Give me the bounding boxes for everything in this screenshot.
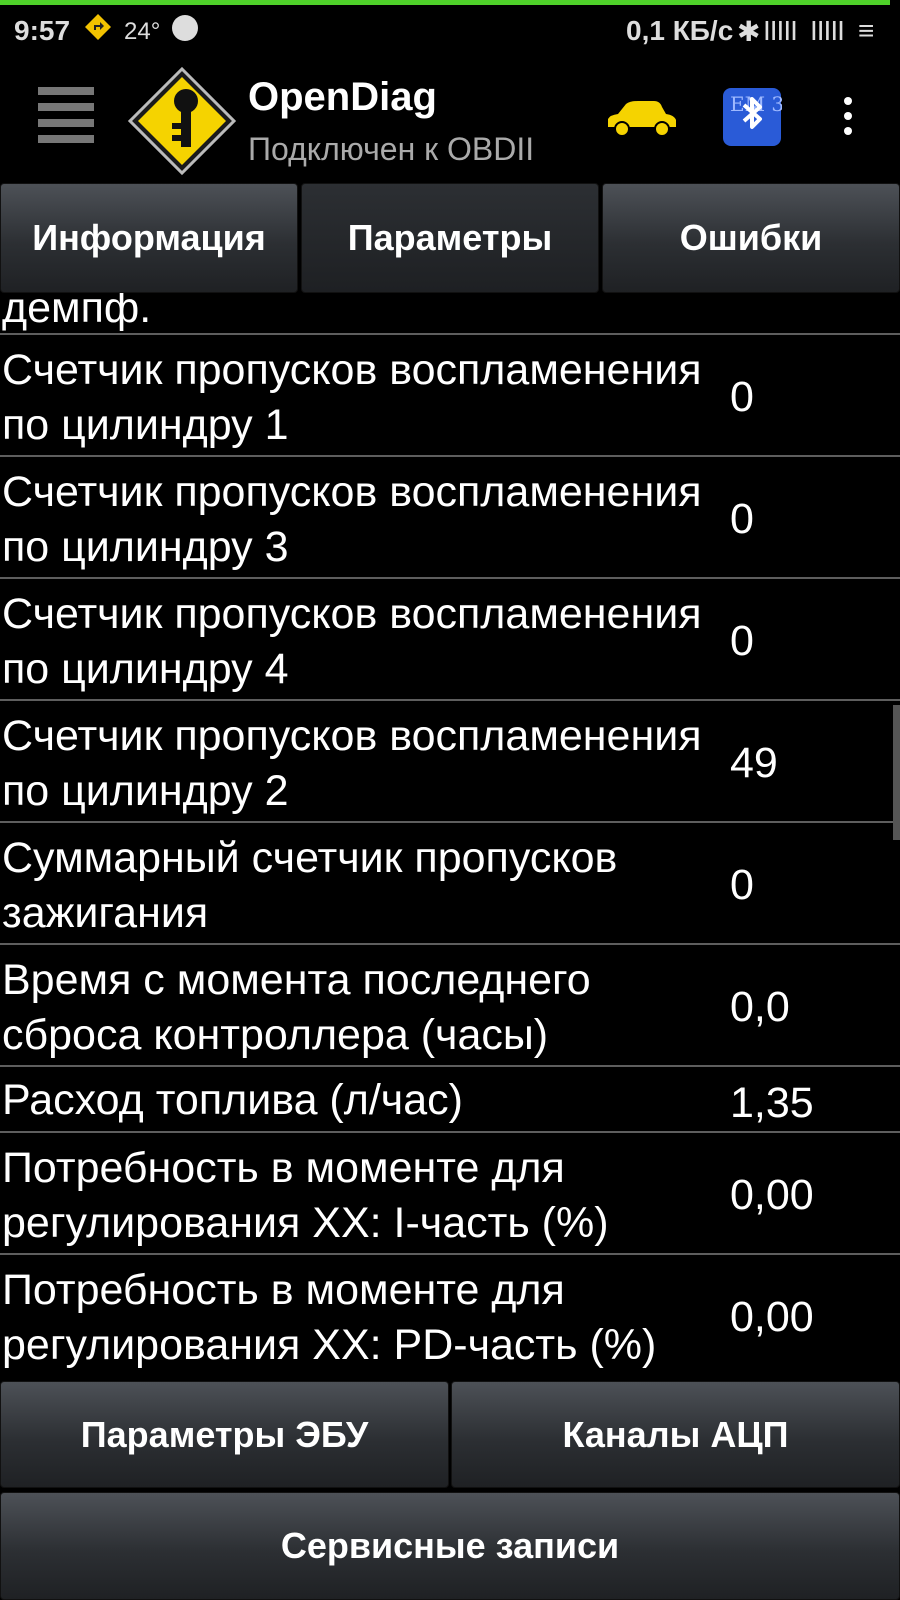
tab-parameters[interactable]: Параметры: [301, 183, 599, 293]
parameter-label: Расход топлива (л/час): [2, 1076, 463, 1124]
weather-icon: [172, 15, 198, 41]
signal-icon: IIIII: [763, 15, 798, 46]
list-item[interactable]: Потребность в моменте для регулирования …: [0, 1133, 900, 1255]
bluetooth-adapter-icon[interactable]: EM 327: [722, 87, 810, 147]
action-bar: OpenDiag Подключен к OBDII EM 327: [0, 55, 900, 177]
parameter-value: 0: [730, 617, 754, 665]
list-item[interactable]: Расход топлива (л/час) 1,35: [0, 1067, 900, 1133]
parameter-label: Счетчик пропусков воспламенения по цилин…: [2, 590, 702, 693]
ecu-parameters-button[interactable]: Параметры ЭБУ: [0, 1381, 449, 1488]
parameter-label: Потребность в моменте для регулирования …: [2, 1266, 657, 1369]
parameter-list[interactable]: демпф. Счетчик пропусков воспламенения п…: [0, 293, 900, 1381]
status-time: 9:57: [14, 15, 71, 46]
list-item[interactable]: Счетчик пропусков воспламенения по цилин…: [0, 335, 900, 457]
parameter-value: 0,00: [730, 1171, 814, 1219]
list-item[interactable]: Суммарный счетчик пропусков зажигания 0: [0, 823, 900, 945]
status-net-speed: 0,1 КБ/с: [626, 15, 734, 46]
adc-channels-button[interactable]: Каналы АЦП: [451, 1381, 900, 1488]
app-title: OpenDiag: [248, 75, 437, 119]
list-item[interactable]: Счетчик пропусков воспламенения по цилин…: [0, 701, 900, 823]
navigation-icon: [84, 13, 112, 41]
parameter-value: 1,35: [730, 1079, 814, 1127]
parameter-value: 0: [730, 861, 754, 909]
parameter-value: 0: [730, 373, 754, 421]
parameter-label: Счетчик пропусков воспламенения по цилин…: [2, 346, 702, 449]
tab-information[interactable]: Информация: [0, 183, 298, 293]
status-bar: 9:57 24° 0,1 КБ/с ✱ IIIII IIIII ≡: [0, 5, 900, 55]
list-scrollbar[interactable]: [893, 705, 900, 840]
parameter-label: Время с момента последнего сброса контро…: [2, 956, 591, 1059]
overflow-menu-icon[interactable]: [838, 97, 858, 141]
bluetooth-status-icon: ✱: [737, 16, 761, 47]
parameter-label: демпф.: [2, 293, 152, 332]
parameter-label: Счетчик пропусков воспламенения по цилин…: [2, 468, 702, 571]
parameter-label: Суммарный счетчик пропусков зажигания: [2, 834, 618, 937]
parameter-label: Счетчик пропусков воспламенения по цилин…: [2, 712, 702, 815]
tab-errors[interactable]: Ошибки: [602, 183, 900, 293]
car-icon[interactable]: [604, 99, 678, 139]
list-item[interactable]: Счетчик пропусков воспламенения по цилин…: [0, 579, 900, 701]
parameter-label: Потребность в моменте для регулирования …: [2, 1144, 609, 1247]
list-item[interactable]: Время с момента последнего сброса контро…: [0, 945, 900, 1067]
list-item[interactable]: демпф.: [0, 293, 900, 335]
parameter-value: 49: [730, 739, 778, 787]
list-item[interactable]: Счетчик пропусков воспламенения по цилин…: [0, 457, 900, 579]
parameter-value: 0: [730, 495, 754, 543]
app-logo-icon: [126, 65, 238, 177]
hamburger-menu-icon[interactable]: [38, 87, 94, 145]
tab-bar: Информация Параметры Ошибки: [0, 183, 900, 293]
parameter-value: 0,0: [730, 983, 790, 1031]
parameter-value: 0,00: [730, 1293, 814, 1341]
connection-status: Подключен к OBDII: [248, 131, 535, 167]
notification-icon: ≡: [858, 15, 875, 46]
list-item[interactable]: Потребность в моменте для регулирования …: [0, 1255, 900, 1377]
service-records-button[interactable]: Сервисные записи: [0, 1492, 900, 1600]
signal-icon-2: IIIII: [810, 15, 845, 46]
status-temperature: 24°: [124, 18, 161, 45]
